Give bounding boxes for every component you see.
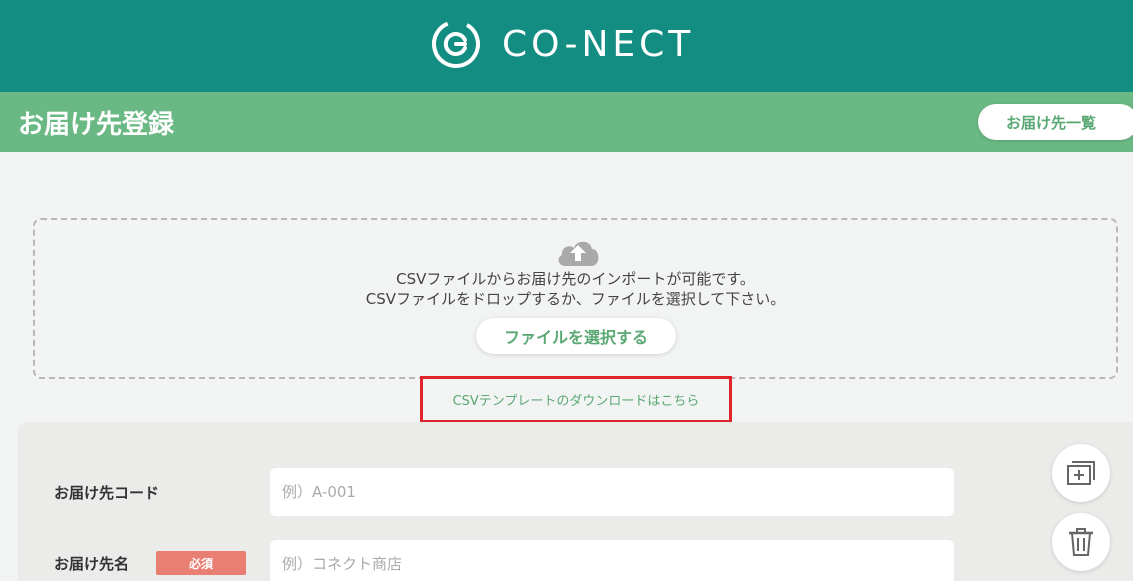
delivery-code-input[interactable] (270, 468, 954, 516)
cloud-upload-icon (558, 241, 599, 266)
add-copy-icon (1067, 461, 1095, 485)
trash-icon (1069, 528, 1093, 556)
required-badge: 必須 (156, 551, 246, 575)
csv-template-download-link[interactable]: CSVテンプレートのダウンロードはこちら (453, 390, 700, 409)
delete-entry-button[interactable] (1052, 513, 1110, 571)
logo-text: CO-NECT (502, 23, 695, 65)
title-bar: お届け先登録 お届け先一覧 (0, 92, 1133, 152)
add-entry-button[interactable] (1052, 444, 1110, 502)
delivery-code-label: お届け先コード (54, 484, 160, 502)
dropzone-text-line2: CSVファイルをドロップするか、ファイルを選択して下さい。 (365, 290, 786, 308)
form-panel: お届け先コード お届け先名 必須 (18, 422, 1133, 581)
csv-template-link-highlight: CSVテンプレートのダウンロードはこちら (420, 376, 732, 423)
page-title: お届け先登録 (18, 110, 175, 140)
dropzone-text-line1: CSVファイルからお届け先のインポートが可能です。 (396, 270, 755, 288)
select-file-button[interactable]: ファイルを選択する (476, 318, 676, 354)
csv-dropzone[interactable]: CSVファイルからお届け先のインポートが可能です。 CSVファイルをドロップする… (33, 218, 1118, 379)
logo[interactable]: CO-NECT (430, 18, 694, 70)
top-header: CO-NECT (0, 0, 1133, 92)
delivery-name-input[interactable] (270, 540, 954, 581)
delivery-list-button[interactable]: お届け先一覧 (978, 104, 1133, 140)
conect-logo-icon (432, 19, 480, 68)
delivery-name-label: お届け先名 (54, 555, 130, 573)
